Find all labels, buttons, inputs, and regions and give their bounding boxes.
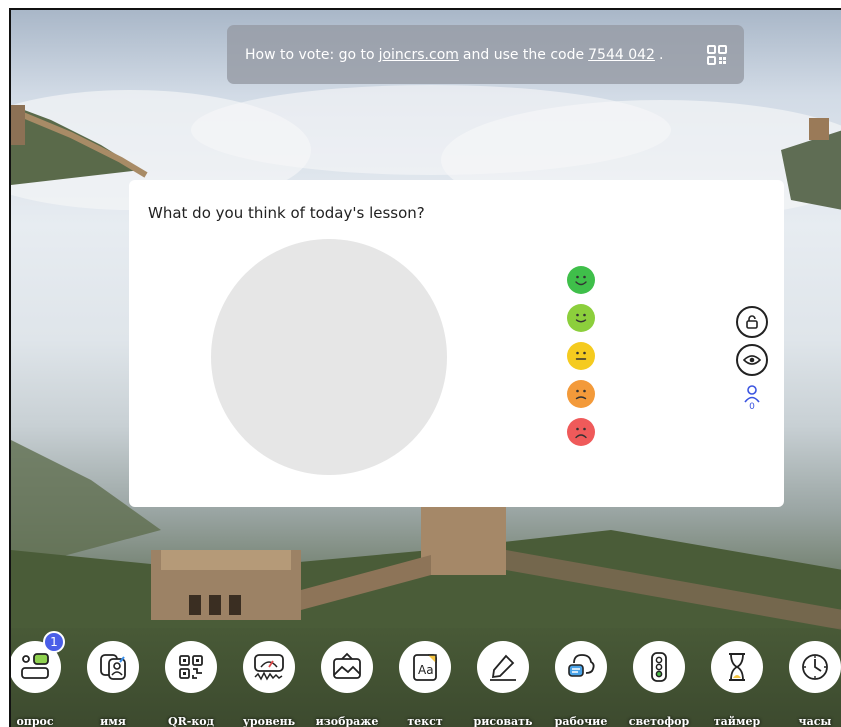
lock-button[interactable] [736,306,768,338]
timer-icon[interactable] [711,641,763,693]
tool-sound-level[interactable]: уровень [239,641,299,727]
tool-worksheets[interactable]: рабочие [551,641,611,727]
poll-card: What do you think of today's lesson? 0 [129,180,784,507]
lock-icon [746,315,758,329]
tool-label: таймер [713,715,761,727]
tool-timer[interactable]: таймер [707,641,767,727]
notification-badge: 1 [43,631,65,653]
tool-traffic-light[interactable]: светофор [629,641,689,727]
neutral-face-icon [567,342,595,370]
tool-label: часы [798,715,832,727]
very-happy-face-icon [567,266,595,294]
image-icon[interactable] [321,641,373,693]
banner-middle: and use the code [462,46,585,63]
qr-code-icon[interactable] [706,44,728,66]
happy-face-icon [567,304,595,332]
participants-counter[interactable]: 0 [741,385,763,415]
results-pie [211,239,447,475]
tool-image[interactable]: изображе [316,641,378,727]
voting-instructions-banner: How to vote: go to joincrs.com and use t… [227,25,744,84]
text-icon[interactable]: Aa [399,641,451,693]
poll-question: What do you think of today's lesson? [148,204,425,222]
traffic-light-icon[interactable] [633,641,685,693]
tool-label: имя [100,715,126,727]
worksheets-icon[interactable] [555,641,607,693]
tool-label: текст [407,715,443,727]
sound-level-icon[interactable] [243,641,295,693]
clock-icon[interactable] [789,641,841,693]
tool-text[interactable]: Aa текст [395,641,455,727]
tool-label: рисовать [473,715,533,727]
tool-draw[interactable]: рисовать [473,641,533,727]
draw-icon[interactable] [477,641,529,693]
vote-code[interactable]: 7544 042 [588,47,655,63]
tool-name-picker[interactable]: имя [83,641,143,727]
tool-label: светофор [628,715,690,727]
tool-qr-code[interactable]: QR-код [161,641,221,727]
svg-text:Aa: Aa [418,663,434,677]
presentation-stage: How to vote: go to joincrs.com and use t… [9,8,841,727]
tool-poll[interactable]: 1 опрос [11,631,65,727]
very-sad-face-icon [567,418,595,446]
name-picker-icon[interactable] [87,641,139,693]
eye-icon [743,355,761,365]
tool-label: QR-код [168,715,214,727]
qr-code-icon[interactable] [165,641,217,693]
tool-label: опрос [16,715,54,727]
join-link[interactable]: joincrs.com [379,47,459,63]
tool-clock[interactable]: часы [785,641,841,727]
sad-face-icon [567,380,595,408]
participants-count: 0 [749,402,755,412]
banner-suffix: . [658,46,664,63]
tool-label: уровень [242,715,296,727]
user-icon [744,385,760,403]
show-results-button[interactable] [736,344,768,376]
tool-label: рабочие [554,715,608,727]
banner-prefix: How to vote: go to [245,46,375,63]
tool-label: изображе [315,715,379,727]
tools-toolbar: 1 опрос имя QR-код уровень изображе Aa текст рис… [11,628,841,727]
